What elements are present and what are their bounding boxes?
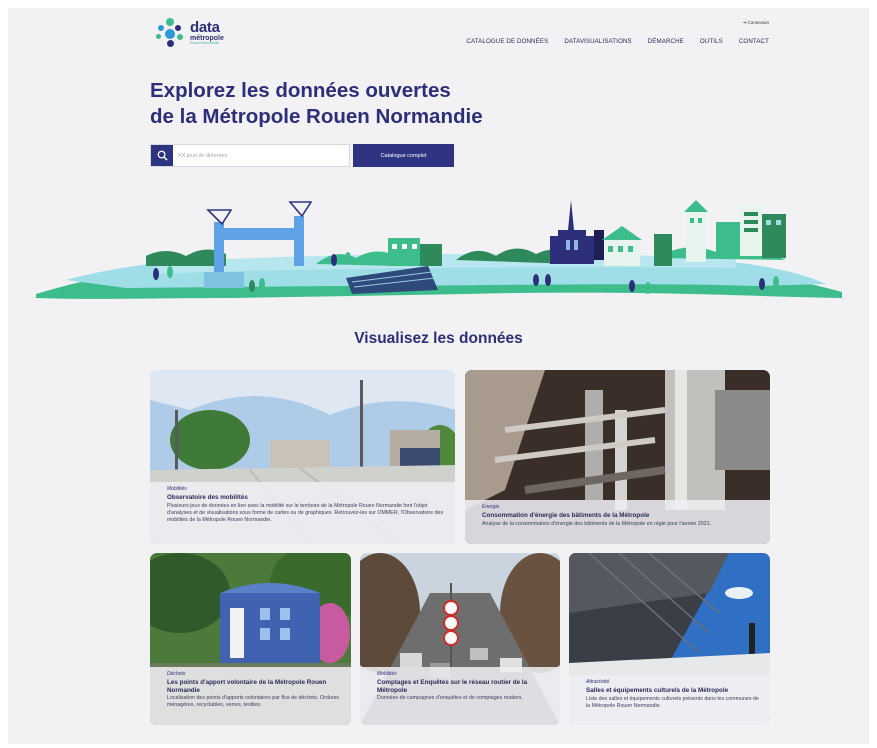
nav-contact[interactable]: CONTACT xyxy=(739,38,769,45)
city-skyline-illustration xyxy=(36,200,842,299)
card-2-title: Consommation d'énergie des bâtiments de … xyxy=(482,512,650,519)
login-link[interactable]: ⇥ Connexion xyxy=(742,20,769,26)
card-4-description: Données de campagnes d'enquêtes et de co… xyxy=(377,695,523,701)
card-4-category: Mobilités xyxy=(377,671,397,677)
card-2-description: Analyse de la consommation d'énergie des… xyxy=(482,520,712,527)
card-3-description: Localisation des points d'apports volont… xyxy=(167,695,340,708)
hero-title-line2: de la Métropole Rouen Normandie xyxy=(150,105,483,128)
site-logo[interactable]: data métropole Rouen Normandie xyxy=(156,18,224,48)
nav-outils[interactable]: OUTILS xyxy=(700,38,723,45)
card-5-title: Salles et équipements culturels de la Mé… xyxy=(586,687,729,694)
card-waste-points[interactable]: Déchets Les points d'apport volontaire d… xyxy=(150,553,351,725)
card-1-title: Observatoire des mobilités xyxy=(167,494,248,501)
section-title: Visualisez les données xyxy=(354,330,523,347)
nav-datavisualisations[interactable]: DATAVISUALISATIONS xyxy=(564,38,631,45)
card-building-energy[interactable]: Énergie Consommation d'énergie des bâtim… xyxy=(465,370,770,544)
card-3-category: Déchets xyxy=(167,671,186,677)
search-input[interactable] xyxy=(175,145,347,166)
hero-title-line1: Explorez les données ouvertes xyxy=(150,79,451,102)
card-5-category: Attractivité xyxy=(586,679,610,685)
logo-dots-icon xyxy=(156,18,186,48)
card-cultural-venues[interactable]: Attractivité Salles et équipements cultu… xyxy=(569,553,770,725)
search-icon xyxy=(157,150,168,161)
card-1-category: Mobilités xyxy=(167,486,187,492)
search-box xyxy=(150,144,350,167)
nav-demarche[interactable]: DÉMARCHE xyxy=(648,38,684,45)
search-button[interactable] xyxy=(151,145,173,166)
catalog-button[interactable]: Catalogue complet xyxy=(353,144,454,167)
nav-catalogue[interactable]: CATALOGUE DE DONNÉES xyxy=(466,38,548,45)
card-1-description: Plusieurs jeux de données en lien avec l… xyxy=(167,502,444,523)
card-3-title: Les points d'apport volontaire de la Mét… xyxy=(167,679,327,694)
hero-title: Explorez les données ouvertes de la Métr… xyxy=(150,78,483,130)
card-5-description: Liste des salles et équipements culturel… xyxy=(586,695,759,709)
card-2-category: Énergie xyxy=(482,504,500,510)
card-road-counting[interactable]: Mobilités Comptages et Enquêtes sur le r… xyxy=(360,553,560,725)
main-nav: CATALOGUE DE DONNÉES DATAVISUALISATIONS … xyxy=(466,38,769,45)
logo-line-rouen: Rouen Normandie xyxy=(190,41,220,46)
card-mobility-observatory[interactable]: Mobilités Observatoire des mobilités Plu… xyxy=(150,370,455,544)
card-4-title: Comptages et Enquêtes sur le réseau rout… xyxy=(377,679,528,694)
logo-line-data: data xyxy=(190,19,220,37)
page: data métropole Rouen Normandie ⇥ Connexi… xyxy=(8,8,869,744)
